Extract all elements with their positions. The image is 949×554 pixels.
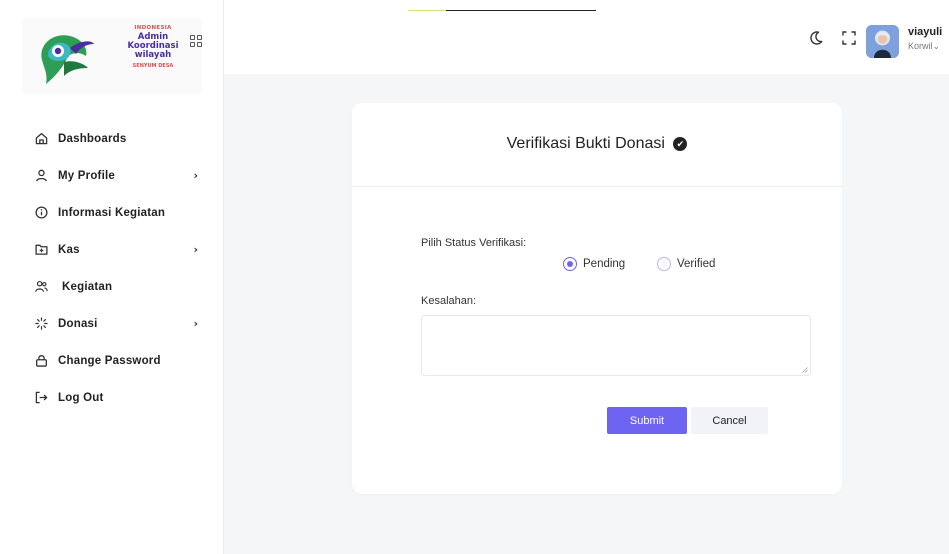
sidebar-item-kas[interactable]: Kas › <box>0 231 224 268</box>
logout-icon <box>34 391 48 405</box>
resize-handle-icon[interactable] <box>802 367 808 373</box>
top-progress-accent <box>408 10 446 11</box>
sidebar-item-log-out[interactable]: Log Out <box>0 379 224 416</box>
sidebar-item-label: Informasi Kegiatan <box>58 206 166 219</box>
sidebar-item-kegiatan[interactable]: Kegiatan <box>0 268 224 305</box>
radio-verified-circle[interactable] <box>657 257 671 271</box>
radio-pending[interactable]: Pending <box>563 257 625 271</box>
error-label: Kesalahan: <box>421 295 477 307</box>
check-circle-icon: ✔ <box>673 137 688 151</box>
sidebar-item-label: Donasi <box>58 317 98 330</box>
sidebar-item-label: My Profile <box>58 169 115 182</box>
loader-icon <box>34 317 48 331</box>
lock-icon <box>34 354 48 368</box>
radio-verified[interactable]: Verified <box>657 257 715 271</box>
bird-logo-icon <box>41 35 94 84</box>
sidebar-item-label: Log Out <box>58 391 104 404</box>
sidebar-item-change-password[interactable]: Change Password <box>0 342 224 379</box>
user-name[interactable]: viayuli <box>908 26 942 38</box>
user-role-text: Korwil <box>908 41 933 51</box>
page-title-text: Verifikasi Bukti Donasi <box>506 135 665 152</box>
grid-menu-icon[interactable] <box>190 35 203 48</box>
folder-plus-icon <box>34 243 48 257</box>
moon-icon[interactable] <box>808 30 824 46</box>
chevron-right-icon: › <box>193 243 198 256</box>
cancel-button[interactable]: Cancel <box>691 407 768 434</box>
home-icon <box>34 132 48 146</box>
sidebar-item-informasi-kegiatan[interactable]: Informasi Kegiatan <box>0 194 224 231</box>
logo-top-text: INDONESIA <box>134 25 172 31</box>
error-textarea[interactable] <box>421 315 811 376</box>
user-icon <box>34 169 48 183</box>
avatar[interactable] <box>866 25 899 58</box>
fullscreen-icon[interactable] <box>842 31 856 45</box>
sidebar-item-label: Kas <box>58 243 80 256</box>
sidebar-item-label: Kegiatan <box>62 280 113 293</box>
submit-button[interactable]: Submit <box>607 407 687 434</box>
sidebar-item-label: Change Password <box>58 354 161 367</box>
sidebar-item-label: Dashboards <box>58 132 127 145</box>
status-label: Pilih Status Verifikasi: <box>421 237 527 249</box>
sidebar-item-dashboards[interactable]: Dashboards <box>0 120 224 157</box>
sidebar-item-my-profile[interactable]: My Profile › <box>0 157 224 194</box>
users-icon <box>34 280 48 294</box>
page-title: Verifikasi Bukti Donasi ✔ <box>352 135 842 153</box>
info-icon <box>34 206 48 220</box>
card-header: Verifikasi Bukti Donasi ✔ <box>352 103 842 187</box>
logo-bottom-text: SENYUM DESA <box>132 63 174 69</box>
chevron-down-icon: ⌄ <box>932 41 941 51</box>
user-role[interactable]: Korwil⌄ <box>908 41 940 52</box>
logo-title-line3: wilayah <box>134 50 172 60</box>
chevron-right-icon: › <box>193 169 198 182</box>
sidebar-nav: Dashboards My Profile › Informasi Kegiat… <box>0 120 224 416</box>
radio-pending-circle[interactable] <box>563 257 577 271</box>
top-header <box>224 0 949 74</box>
sidebar: INDONESIA Admin Koordinasi wilayah SENYU… <box>0 0 224 554</box>
app-logo[interactable]: INDONESIA Admin Koordinasi wilayah SENYU… <box>22 18 202 94</box>
chevron-right-icon: › <box>193 317 198 330</box>
radio-verified-label: Verified <box>677 258 716 270</box>
sidebar-item-donasi[interactable]: Donasi › <box>0 305 224 342</box>
radio-pending-label: Pending <box>583 258 626 270</box>
